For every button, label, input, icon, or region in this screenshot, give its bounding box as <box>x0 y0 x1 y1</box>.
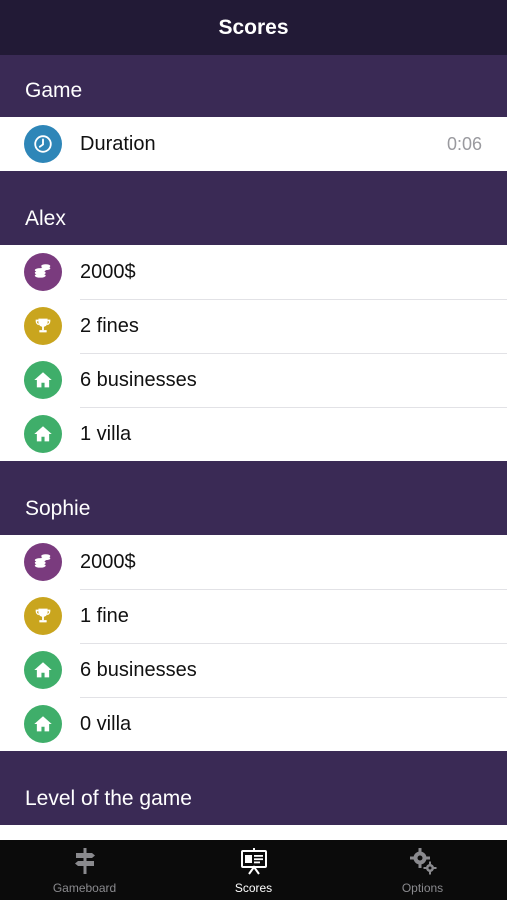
alex-fines-row: 2 fines <box>0 299 507 353</box>
sophie-money-row: 2000$ <box>0 535 507 589</box>
coins-icon <box>24 253 62 291</box>
alex-villas: 1 villa <box>80 422 132 445</box>
clock-icon <box>24 125 62 163</box>
presentation-board-icon <box>240 848 267 875</box>
gears-icon <box>409 848 436 875</box>
section-title: Level of the game <box>25 787 192 810</box>
alex-villas-row: 1 villa <box>0 407 507 461</box>
tab-options[interactable]: Options <box>338 840 507 900</box>
sophie-businesses: 6 businesses <box>80 658 197 681</box>
sophie-money: 2000$ <box>80 550 136 573</box>
section-header-alex: Alex <box>0 171 507 245</box>
duration-row: Duration 0:06 <box>0 117 507 171</box>
tab-scores[interactable]: Scores <box>169 840 338 900</box>
house-icon <box>24 415 62 453</box>
trophy-icon <box>24 597 62 635</box>
page-title: Scores <box>218 15 289 39</box>
tab-gameboard[interactable]: Gameboard <box>0 840 169 900</box>
scores-list[interactable]: Game Duration 0:06 Alex 2000$ 2 fines 6 … <box>0 55 507 840</box>
sophie-villas: 0 villa <box>80 712 132 735</box>
tab-bar: Gameboard Scores Options <box>0 840 507 900</box>
duration-label: Duration <box>80 132 156 155</box>
alex-money: 2000$ <box>80 260 136 283</box>
alex-businesses-row: 6 businesses <box>0 353 507 407</box>
tab-label: Gameboard <box>52 881 117 895</box>
alex-rows: 2000$ 2 fines 6 businesses 1 villa <box>0 245 507 461</box>
game-rows: Duration 0:06 <box>0 117 507 171</box>
tab-label: Options <box>401 881 444 895</box>
sophie-fines: 1 fine <box>80 604 129 627</box>
tab-label: Scores <box>234 881 273 895</box>
house-icon <box>24 705 62 743</box>
sophie-fines-row: 1 fine <box>0 589 507 643</box>
sophie-rows: 2000$ 1 fine 6 businesses 0 villa <box>0 535 507 751</box>
section-header-level: Level of the game <box>0 751 507 825</box>
signpost-icon <box>74 848 95 874</box>
section-header-sophie: Sophie <box>0 461 507 535</box>
player-name: Alex <box>25 207 66 230</box>
sophie-villas-row: 0 villa <box>0 697 507 751</box>
alex-money-row: 2000$ <box>0 245 507 299</box>
level-row <box>0 825 507 840</box>
navigation-bar: Scores <box>0 0 507 55</box>
alex-fines: 2 fines <box>80 314 139 337</box>
alex-businesses: 6 businesses <box>80 368 197 391</box>
house-icon <box>24 361 62 399</box>
trophy-icon <box>24 307 62 345</box>
coins-icon <box>24 543 62 581</box>
section-title: Game <box>25 79 83 102</box>
duration-value: 0:06 <box>446 133 482 154</box>
sophie-businesses-row: 6 businesses <box>0 643 507 697</box>
player-name: Sophie <box>25 497 91 520</box>
section-header-game: Game <box>0 55 507 117</box>
house-icon <box>24 651 62 689</box>
